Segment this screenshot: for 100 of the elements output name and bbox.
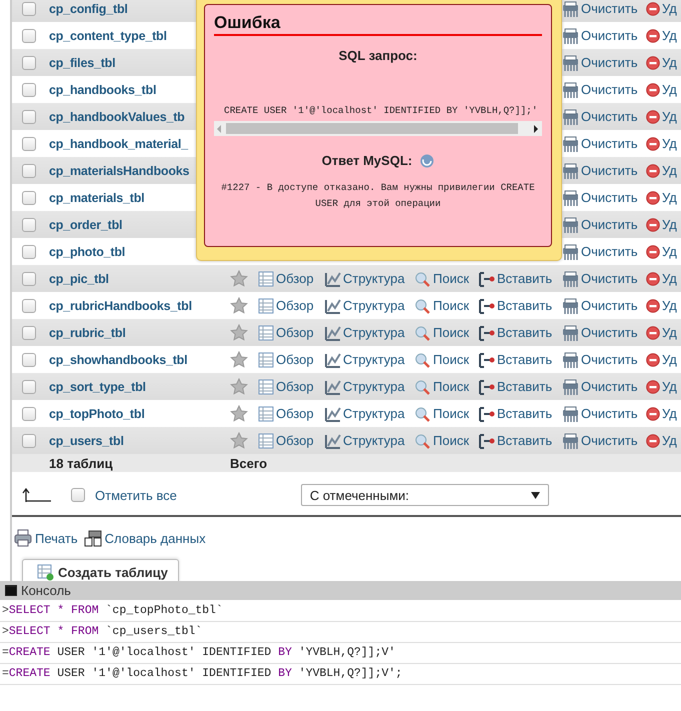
- structure-link[interactable]: Структура: [343, 298, 405, 313]
- search-link[interactable]: Поиск: [433, 298, 470, 313]
- row-checkbox[interactable]: [22, 82, 36, 96]
- drop-link[interactable]: Уд: [662, 433, 677, 448]
- drop-link[interactable]: Уд: [662, 244, 677, 259]
- browse-link[interactable]: Обзор: [276, 433, 314, 448]
- star-icon[interactable]: [230, 378, 248, 395]
- empty-link[interactable]: Очистить: [581, 55, 638, 70]
- drop-link[interactable]: Уд: [662, 28, 677, 43]
- drop-link[interactable]: Уд: [662, 1, 677, 16]
- drop-link[interactable]: Уд: [662, 352, 677, 367]
- help-icon[interactable]: [420, 154, 434, 168]
- table-name-link[interactable]: cp_rubric_tbl: [40, 326, 230, 340]
- star-icon[interactable]: [230, 297, 248, 314]
- table-name-link[interactable]: cp_pic_tbl: [40, 272, 230, 286]
- structure-link[interactable]: Структура: [343, 325, 405, 340]
- structure-link[interactable]: Структура: [343, 406, 405, 421]
- star-icon[interactable]: [230, 432, 248, 449]
- drop-link[interactable]: Уд: [662, 271, 677, 286]
- row-checkbox[interactable]: [22, 352, 36, 366]
- horizontal-scrollbar[interactable]: [214, 121, 542, 136]
- empty-link[interactable]: Очистить: [581, 190, 638, 205]
- table-name-link[interactable]: cp_sort_type_tbl: [40, 380, 230, 394]
- row-checkbox[interactable]: [22, 218, 36, 232]
- insert-link[interactable]: Вставить: [497, 433, 552, 448]
- row-checkbox[interactable]: [22, 298, 36, 312]
- star-icon[interactable]: [230, 324, 248, 341]
- table-name-link[interactable]: cp_rubricHandbooks_tbl: [40, 298, 230, 312]
- drop-link[interactable]: Уд: [662, 82, 677, 97]
- drop-link[interactable]: Уд: [662, 55, 677, 70]
- row-checkbox[interactable]: [22, 272, 36, 286]
- browse-link[interactable]: Обзор: [276, 271, 314, 286]
- row-checkbox[interactable]: [22, 380, 36, 394]
- empty-link[interactable]: Очистить: [581, 406, 638, 421]
- data-dictionary-link[interactable]: Словарь данных: [104, 530, 206, 546]
- search-link[interactable]: Поиск: [433, 325, 470, 340]
- row-checkbox[interactable]: [22, 190, 36, 204]
- drop-link[interactable]: Уд: [662, 379, 677, 394]
- star-icon[interactable]: [230, 405, 248, 422]
- empty-link[interactable]: Очистить: [581, 109, 638, 124]
- insert-link[interactable]: Вставить: [497, 271, 552, 286]
- structure-link[interactable]: Структура: [343, 352, 405, 367]
- star-icon[interactable]: [230, 351, 248, 368]
- drop-link[interactable]: Уд: [662, 163, 677, 178]
- browse-link[interactable]: Обзор: [276, 325, 314, 340]
- drop-link[interactable]: Уд: [662, 325, 677, 340]
- empty-link[interactable]: Очистить: [581, 1, 638, 16]
- insert-link[interactable]: Вставить: [497, 406, 552, 421]
- empty-link[interactable]: Очистить: [581, 163, 638, 178]
- structure-link[interactable]: Структура: [343, 271, 405, 286]
- check-all-label[interactable]: Отметить все: [95, 488, 177, 502]
- browse-link[interactable]: Обзор: [276, 298, 314, 313]
- search-link[interactable]: Поиск: [433, 352, 470, 367]
- print-link[interactable]: Печать: [35, 530, 78, 546]
- empty-link[interactable]: Очистить: [581, 379, 638, 394]
- table-name-link[interactable]: cp_users_tbl: [40, 434, 230, 448]
- insert-link[interactable]: Вставить: [497, 379, 552, 394]
- table-name-link[interactable]: cp_showhandbooks_tbl: [40, 352, 230, 366]
- console-bar[interactable]: Консоль: [0, 581, 681, 600]
- empty-link[interactable]: Очистить: [581, 271, 638, 286]
- search-link[interactable]: Поиск: [433, 433, 470, 448]
- drop-link[interactable]: Уд: [662, 190, 677, 205]
- drop-link[interactable]: Уд: [662, 109, 677, 124]
- browse-link[interactable]: Обзор: [276, 406, 314, 421]
- drop-link[interactable]: Уд: [662, 298, 677, 313]
- empty-link[interactable]: Очистить: [581, 244, 638, 259]
- empty-link[interactable]: Очистить: [581, 325, 638, 340]
- browse-link[interactable]: Обзор: [276, 379, 314, 394]
- search-link[interactable]: Поиск: [433, 379, 470, 394]
- empty-link[interactable]: Очистить: [581, 352, 638, 367]
- with-selected-dropdown[interactable]: С отмеченными:: [300, 484, 549, 506]
- row-checkbox[interactable]: [22, 434, 36, 448]
- empty-link[interactable]: Очистить: [581, 298, 638, 313]
- row-checkbox[interactable]: [22, 110, 36, 124]
- empty-link[interactable]: Очистить: [581, 136, 638, 151]
- row-checkbox[interactable]: [22, 164, 36, 178]
- empty-link[interactable]: Очистить: [581, 28, 638, 43]
- drop-link[interactable]: Уд: [662, 136, 677, 151]
- star-icon[interactable]: [230, 270, 248, 287]
- insert-link[interactable]: Вставить: [497, 298, 552, 313]
- drop-link[interactable]: Уд: [662, 406, 677, 421]
- row-checkbox[interactable]: [22, 2, 36, 16]
- row-checkbox[interactable]: [22, 136, 36, 150]
- row-checkbox[interactable]: [22, 406, 36, 420]
- structure-link[interactable]: Структура: [343, 433, 405, 448]
- insert-link[interactable]: Вставить: [497, 325, 552, 340]
- drop-link[interactable]: Уд: [662, 217, 677, 232]
- row-checkbox[interactable]: [22, 56, 36, 70]
- search-link[interactable]: Поиск: [433, 271, 470, 286]
- row-checkbox[interactable]: [22, 326, 36, 340]
- insert-link[interactable]: Вставить: [497, 352, 552, 367]
- row-checkbox[interactable]: [22, 28, 36, 42]
- row-checkbox[interactable]: [22, 244, 36, 258]
- empty-link[interactable]: Очистить: [581, 217, 638, 232]
- empty-link[interactable]: Очистить: [581, 82, 638, 97]
- table-name-link[interactable]: cp_topPhoto_tbl: [40, 406, 230, 420]
- search-link[interactable]: Поиск: [433, 406, 470, 421]
- structure-link[interactable]: Структура: [343, 379, 405, 394]
- empty-link[interactable]: Очистить: [581, 433, 638, 448]
- check-all-checkbox[interactable]: [71, 488, 85, 502]
